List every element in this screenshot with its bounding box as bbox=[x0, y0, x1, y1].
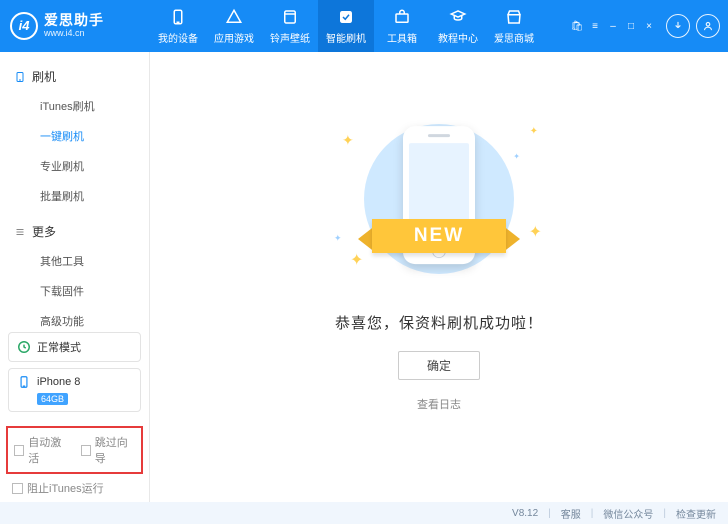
mode-pill[interactable]: 正常模式 bbox=[8, 332, 141, 362]
sidebar-group-label: 更多 bbox=[32, 223, 56, 240]
sidebar-group-label: 刷机 bbox=[32, 68, 56, 85]
storage-badge: 64GB bbox=[37, 393, 68, 405]
logo-icon bbox=[10, 12, 38, 40]
tab-ringtones[interactable]: 铃声壁纸 bbox=[262, 0, 318, 52]
sidebar-item-other-tools[interactable]: 其他工具 bbox=[0, 246, 149, 276]
checkbox-prevent-itunes[interactable]: 阻止iTunes运行 bbox=[12, 480, 104, 496]
brand-url: www.i4.cn bbox=[44, 29, 104, 39]
tab-label: 工具箱 bbox=[387, 30, 417, 45]
success-message: 恭喜您，保资料刷机成功啦！ bbox=[335, 312, 543, 333]
status-bar: V8.12 | 客服 | 微信公众号 | 检查更新 bbox=[0, 502, 728, 524]
wechat-link[interactable]: 微信公众号 bbox=[603, 506, 653, 521]
brand-block: 爱思助手 www.i4.cn bbox=[10, 12, 150, 40]
sidebar-item-batch-flash[interactable]: 批量刷机 bbox=[0, 181, 149, 211]
support-link[interactable]: 客服 bbox=[561, 506, 581, 521]
download-button[interactable] bbox=[666, 14, 690, 38]
sidebar-group-more[interactable]: 更多 bbox=[0, 217, 149, 246]
app-header: 爱思助手 www.i4.cn 我的设备 应用游戏 铃声壁纸 智能刷机 工具箱 教… bbox=[0, 0, 728, 52]
menu-icon[interactable]: ≡ bbox=[588, 21, 602, 32]
device-name: iPhone 8 bbox=[37, 376, 80, 388]
user-button[interactable] bbox=[696, 14, 720, 38]
version-label: V8.12 bbox=[512, 508, 538, 519]
bottom-check-highlight: 自动激活 跳过向导 bbox=[6, 426, 143, 474]
top-nav: 我的设备 应用游戏 铃声壁纸 智能刷机 工具箱 教程中心 爱思商城 bbox=[150, 0, 542, 52]
update-link[interactable]: 检查更新 bbox=[676, 506, 716, 521]
sidebar-item-pro-flash[interactable]: 专业刷机 bbox=[0, 151, 149, 181]
brand-name: 爱思助手 bbox=[44, 13, 104, 28]
tab-label: 教程中心 bbox=[438, 30, 478, 45]
tab-apps[interactable]: 应用游戏 bbox=[206, 0, 262, 52]
tab-label: 智能刷机 bbox=[326, 30, 366, 45]
tab-label: 应用游戏 bbox=[214, 30, 254, 45]
sidebar-item-download-firmware[interactable]: 下载固件 bbox=[0, 276, 149, 306]
sidebar: 刷机 iTunes刷机 一键刷机 专业刷机 批量刷机 更多 其他工具 下载固件 … bbox=[0, 52, 150, 502]
tab-label: 爱思商城 bbox=[494, 30, 534, 45]
checkbox-auto-activate[interactable]: 自动激活 bbox=[14, 434, 69, 466]
view-log-link[interactable]: 查看日志 bbox=[417, 396, 461, 412]
checkbox-skip-guide[interactable]: 跳过向导 bbox=[81, 434, 136, 466]
tab-store[interactable]: 爱思商城 bbox=[486, 0, 542, 52]
tab-my-device[interactable]: 我的设备 bbox=[150, 0, 206, 52]
sidebar-item-oneclick-flash[interactable]: 一键刷机 bbox=[0, 121, 149, 151]
minimize-icon[interactable]: – bbox=[606, 21, 620, 32]
main-panel: NEW ✦ ✦ ✦ ✦ ✦ ✦ 恭喜您，保资料刷机成功啦！ 确定 查看日志 bbox=[150, 52, 728, 502]
sidebar-item-itunes-flash[interactable]: iTunes刷机 bbox=[0, 91, 149, 121]
mode-label: 正常模式 bbox=[37, 339, 81, 355]
ok-button[interactable]: 确定 bbox=[398, 351, 480, 380]
device-pill[interactable]: iPhone 8 64GB bbox=[8, 368, 141, 412]
tab-tutorial[interactable]: 教程中心 bbox=[430, 0, 486, 52]
tab-toolbox[interactable]: 工具箱 bbox=[374, 0, 430, 52]
tab-label: 我的设备 bbox=[158, 30, 198, 45]
cart-icon[interactable]: 🛍 bbox=[570, 21, 584, 32]
tab-label: 铃声壁纸 bbox=[270, 30, 310, 45]
success-illustration: NEW ✦ ✦ ✦ ✦ ✦ ✦ bbox=[334, 112, 544, 292]
maximize-icon[interactable]: □ bbox=[624, 21, 638, 32]
tab-flash[interactable]: 智能刷机 bbox=[318, 0, 374, 52]
sidebar-group-flash[interactable]: 刷机 bbox=[0, 62, 149, 91]
close-icon[interactable]: × bbox=[642, 21, 656, 32]
